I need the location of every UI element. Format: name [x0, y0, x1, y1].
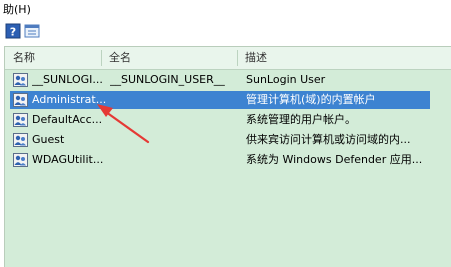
help-icon[interactable]: ?	[5, 23, 21, 39]
user-name: DefaultAcc...	[32, 113, 103, 126]
menu-bar: 助(H)	[0, 0, 451, 18]
user-fullname	[110, 91, 240, 109]
user-description: 管理计算机(域)的内置帐户	[246, 93, 376, 106]
user-fullname	[110, 111, 240, 129]
user-name: WDAGUtilit...	[32, 153, 104, 166]
user-fullname	[110, 131, 240, 149]
user-fullname	[110, 151, 240, 169]
column-header-name[interactable]: 名称	[13, 47, 35, 69]
users-list[interactable]: 名称 全名 描述 __SUNLOGI... __SUNLOGIN_USER__ …	[4, 46, 451, 267]
user-fullname: __SUNLOGIN_USER__	[110, 73, 225, 86]
user-description: 供来宾访问计算机或访问域的内...	[246, 133, 411, 146]
user-name: Administrat...	[32, 93, 107, 106]
user-icon	[13, 153, 28, 167]
table-row[interactable]: WDAGUtilit... 系统为 Windows Defender 应用...	[10, 151, 430, 169]
svg-text:?: ?	[10, 26, 16, 39]
user-icon	[13, 73, 28, 87]
user-description: 系统管理的用户帐户。	[246, 113, 356, 126]
menu-help[interactable]: 助(H)	[3, 3, 31, 16]
column-divider[interactable]	[101, 50, 102, 66]
user-description: 系统为 Windows Defender 应用...	[246, 153, 423, 166]
user-description: SunLogin User	[246, 73, 326, 86]
user-icon	[13, 93, 28, 107]
user-icon	[13, 113, 28, 127]
list-header: 名称 全名 描述	[5, 47, 451, 70]
column-divider[interactable]	[237, 50, 238, 66]
table-row-selected[interactable]: Administrat... 管理计算机(域)的内置帐户	[10, 91, 430, 109]
table-row[interactable]: DefaultAcc... 系统管理的用户帐户。	[10, 111, 430, 129]
column-header-fullname[interactable]: 全名	[109, 47, 131, 69]
toolbar: ?	[0, 20, 451, 44]
user-icon	[13, 133, 28, 147]
column-header-description[interactable]: 描述	[245, 47, 267, 69]
properties-icon[interactable]	[24, 23, 40, 39]
table-row[interactable]: Guest 供来宾访问计算机或访问域的内...	[10, 131, 430, 149]
user-name: Guest	[32, 133, 65, 146]
user-name: __SUNLOGI...	[32, 73, 103, 86]
table-row[interactable]: __SUNLOGI... __SUNLOGIN_USER__ SunLogin …	[10, 71, 430, 89]
